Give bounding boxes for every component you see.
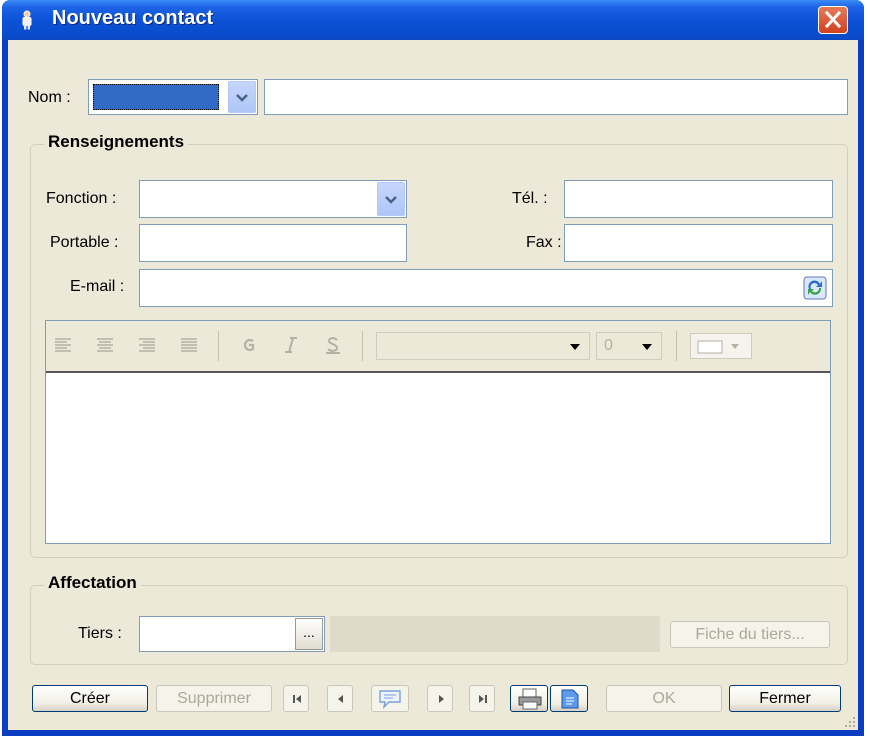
civility-selected-value bbox=[93, 84, 219, 110]
civility-combobox[interactable] bbox=[88, 79, 258, 115]
create-button[interactable]: Créer bbox=[32, 685, 148, 712]
caret-down-icon bbox=[642, 344, 652, 350]
tiers-name-display bbox=[330, 616, 660, 652]
chevron-down-icon bbox=[236, 94, 248, 102]
name-input[interactable] bbox=[264, 79, 848, 115]
tel-input[interactable] bbox=[564, 180, 833, 218]
print-button[interactable] bbox=[510, 685, 548, 712]
previous-icon bbox=[338, 695, 343, 703]
editor-toolbar: 0 bbox=[46, 321, 830, 373]
chevron-down-icon bbox=[385, 196, 397, 204]
fax-label: Fax : bbox=[526, 234, 562, 251]
fiche-tiers-button[interactable]: Fiche du tiers... bbox=[670, 621, 830, 648]
email-label: E-mail : bbox=[70, 278, 125, 295]
comment-button[interactable] bbox=[371, 685, 409, 712]
affectation-title: Affectation bbox=[44, 573, 141, 593]
browse-tiers-button[interactable]: ... bbox=[295, 618, 323, 650]
title-bar[interactable]: Nouveau contact bbox=[2, 0, 864, 40]
toolbar-separator bbox=[362, 331, 363, 361]
export-button[interactable] bbox=[550, 685, 588, 712]
nom-label: Nom : bbox=[28, 89, 71, 106]
font-family-select[interactable] bbox=[376, 332, 590, 360]
toolbar-separator bbox=[676, 331, 677, 361]
civility-dropdown-button[interactable] bbox=[228, 81, 256, 113]
email-input[interactable] bbox=[139, 269, 833, 307]
first-record-button[interactable] bbox=[283, 685, 309, 712]
color-picker-button[interactable] bbox=[690, 333, 752, 359]
close-button[interactable]: Fermer bbox=[729, 685, 841, 712]
align-right-icon[interactable] bbox=[138, 336, 156, 354]
align-justify-icon[interactable] bbox=[180, 336, 198, 354]
bold-icon[interactable] bbox=[240, 336, 258, 354]
fonction-dropdown-button[interactable] bbox=[377, 182, 405, 216]
next-icon bbox=[439, 695, 444, 703]
last-record-button[interactable] bbox=[469, 685, 495, 712]
close-window-button[interactable] bbox=[818, 6, 848, 34]
send-email-icon[interactable] bbox=[803, 276, 827, 300]
tiers-input[interactable]: ... bbox=[139, 616, 325, 652]
resize-grip-icon[interactable] bbox=[844, 716, 856, 728]
previous-record-button[interactable] bbox=[327, 685, 353, 712]
color-swatch-icon bbox=[697, 340, 739, 354]
document-export-icon bbox=[561, 689, 579, 709]
dialog-window: Nouveau contact Nom : Renseignements Fon… bbox=[2, 0, 864, 736]
tel-label: Tél. : bbox=[512, 190, 548, 207]
strikethrough-icon[interactable] bbox=[324, 336, 342, 354]
next-record-button[interactable] bbox=[427, 685, 453, 712]
fax-input[interactable] bbox=[564, 224, 833, 262]
font-size-select[interactable]: 0 bbox=[596, 332, 662, 360]
fonction-label: Fonction : bbox=[46, 190, 117, 207]
comment-icon bbox=[379, 690, 401, 709]
toolbar-separator bbox=[218, 331, 219, 361]
skip-first-icon bbox=[293, 695, 301, 703]
tiers-label: Tiers : bbox=[78, 625, 122, 642]
font-size-value: 0 bbox=[604, 337, 613, 354]
printer-icon bbox=[518, 688, 542, 710]
italic-icon[interactable] bbox=[282, 336, 300, 354]
renseignements-title: Renseignements bbox=[44, 132, 189, 152]
align-center-icon[interactable] bbox=[96, 336, 114, 354]
delete-button[interactable]: Supprimer bbox=[156, 685, 272, 712]
portable-input[interactable] bbox=[139, 224, 407, 262]
align-left-icon[interactable] bbox=[54, 336, 72, 354]
notes-editor[interactable]: 0 bbox=[45, 320, 831, 544]
ok-button[interactable]: OK bbox=[606, 685, 722, 712]
caret-down-icon bbox=[570, 344, 580, 350]
close-icon bbox=[824, 10, 842, 29]
portable-label: Portable : bbox=[50, 234, 119, 251]
window-title: Nouveau contact bbox=[52, 7, 214, 29]
dialog-body: Nom : Renseignements Fonction : Tél. : P… bbox=[8, 40, 858, 730]
contact-person-icon bbox=[22, 10, 32, 30]
skip-last-icon bbox=[479, 695, 487, 703]
fonction-combobox[interactable] bbox=[139, 180, 407, 218]
